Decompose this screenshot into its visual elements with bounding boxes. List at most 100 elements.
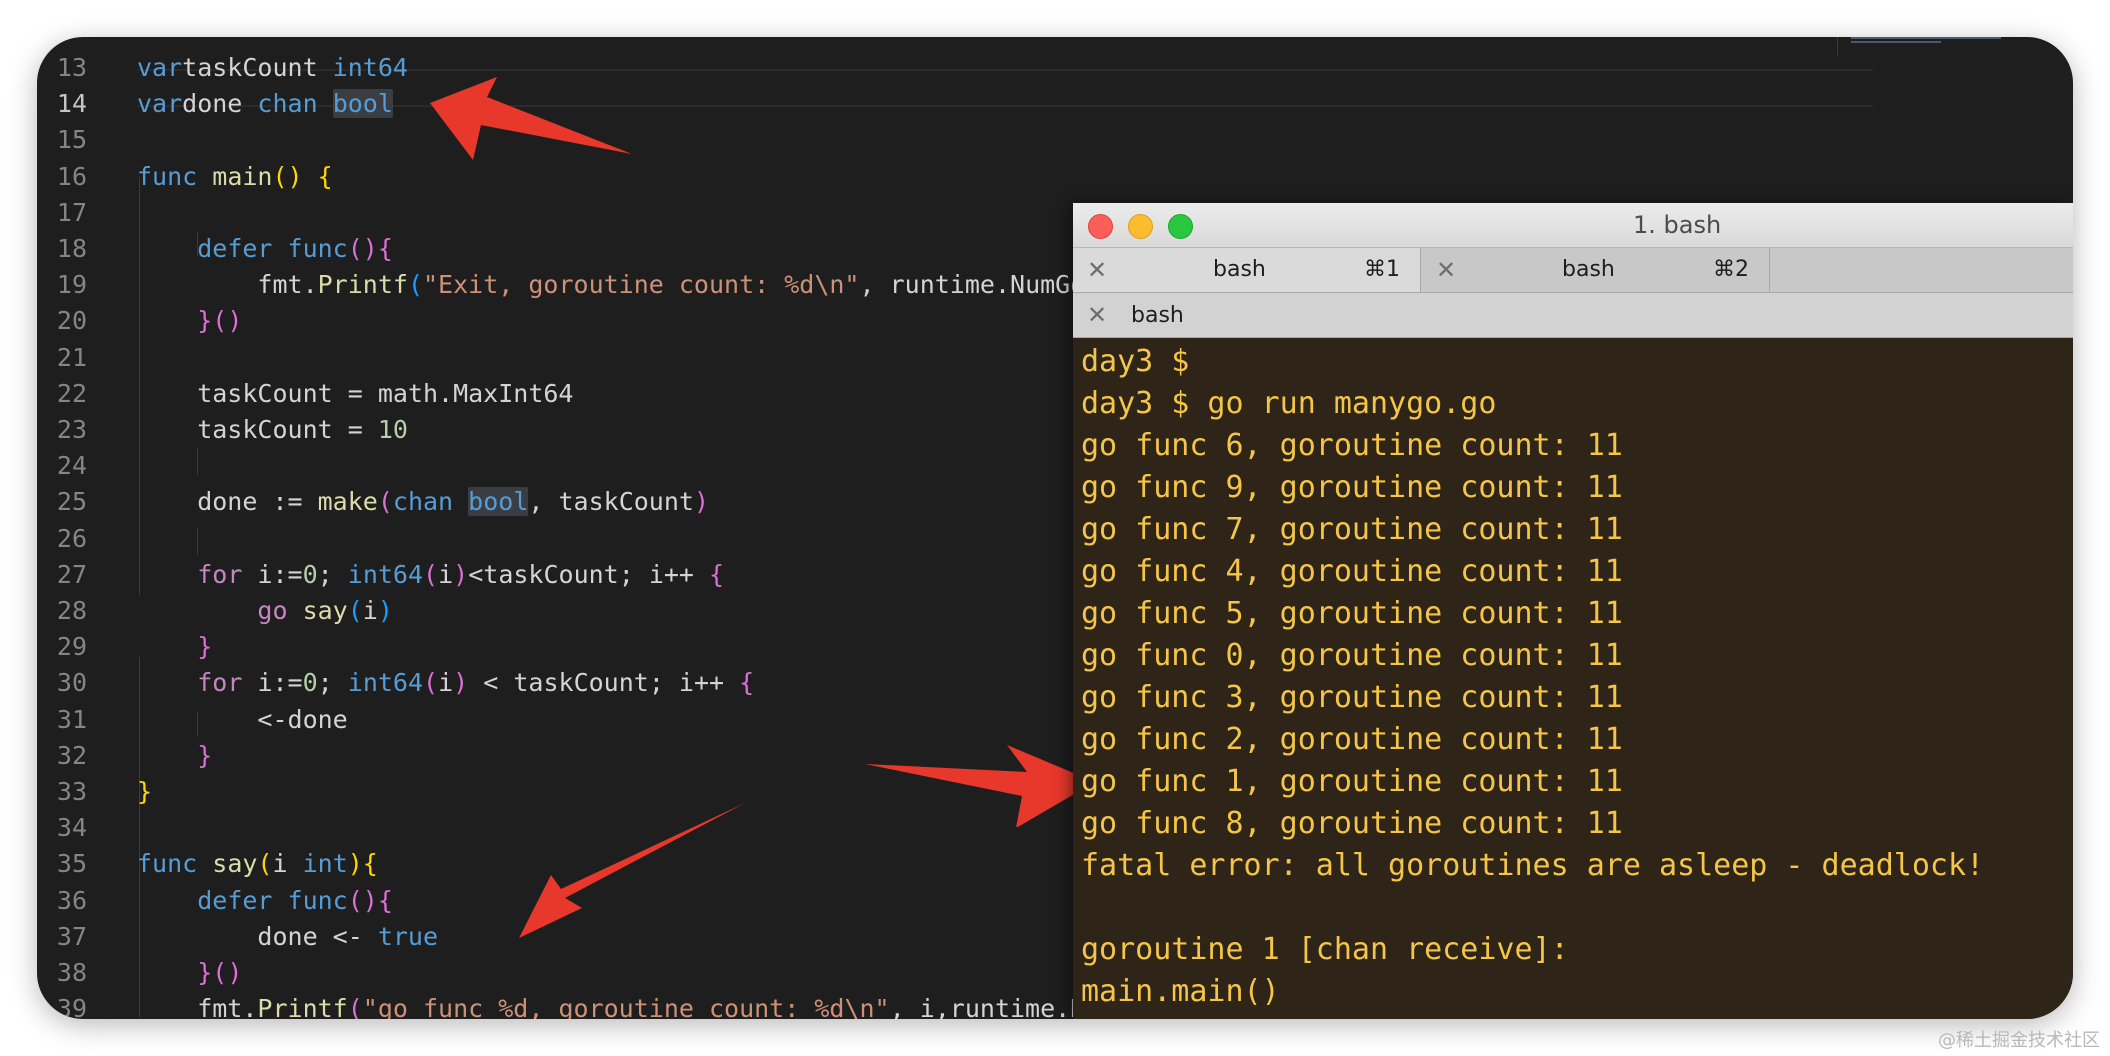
line-number: 14 [56, 89, 87, 119]
code-token: chan [257, 89, 333, 119]
line-number: 21 [56, 342, 87, 372]
code-line[interactable]: 13 vartaskCount int64 [37, 50, 1837, 86]
terminal-output-line: go func 7, goroutine count: 11 [1081, 512, 1623, 547]
code-token: func [137, 161, 213, 191]
line-number: 34 [56, 813, 87, 843]
code-token: } [197, 632, 213, 662]
code-token: Printf [257, 994, 348, 1019]
line-number: 39 [56, 994, 87, 1019]
code-token: func [137, 849, 213, 879]
line-number: 23 [56, 415, 87, 444]
code-token: ( [423, 559, 439, 589]
code-token: taskCount = [137, 415, 378, 444]
code-token: say [302, 596, 348, 625]
code-token: int64 [332, 53, 408, 82]
terminal-output-line: goroutine 1 [chan receive]: [1081, 932, 1569, 967]
code-token: chan [392, 487, 469, 517]
line-number: 17 [56, 197, 87, 227]
line-number: 35 [56, 849, 87, 879]
code-line[interactable]: 14 vardone chan bool [37, 86, 1837, 122]
code-text: func say(i int){ [137, 846, 378, 882]
code-token: bool [332, 89, 393, 119]
line-number: 20 [56, 306, 87, 336]
line-number: 30 [56, 668, 87, 698]
line-number: 28 [56, 596, 87, 625]
code-token: 0 [302, 668, 318, 698]
code-token: ( [257, 849, 273, 879]
code-token: ) [693, 487, 710, 517]
line-number: 32 [56, 740, 87, 770]
code-token: ( [377, 487, 393, 517]
close-session-icon[interactable]: ✕ [1087, 301, 1107, 329]
code-text: done := make(chan bool, taskCount) [137, 484, 709, 520]
code-token: int64 [347, 559, 424, 589]
code-token: done := [137, 487, 318, 517]
code-text: done <- true [137, 919, 438, 955]
code-token: ) [453, 668, 469, 698]
code-token: taskCount = math.MaxInt64 [137, 378, 574, 408]
line-number: 38 [56, 958, 87, 987]
code-text: vardone chan bool [137, 86, 393, 122]
zoom-window-button[interactable] [1168, 214, 1193, 239]
code-token: bool [468, 487, 529, 517]
code-text: } [137, 774, 152, 810]
minimap[interactable] [1851, 37, 2001, 51]
code-token: (){ [347, 885, 393, 915]
code-token: i:= [257, 559, 303, 589]
code-token: i [272, 849, 303, 879]
code-text: fmt.Printf("Exit, goroutine count: %d\n"… [137, 267, 1115, 303]
tab-bash-2[interactable]: ✕ bash ⌘2 [1422, 248, 1770, 292]
code-token: var [137, 89, 183, 119]
code-token: ) [453, 559, 469, 589]
terminal-output-line: day3 $ go run manygo.go [1081, 386, 1497, 421]
code-text: taskCount = math.MaxInt64 [137, 376, 574, 412]
code-token: taskCount [182, 53, 333, 82]
terminal-tab-bar: ✕ bash ⌘1 ✕ bash ⌘2 [1073, 248, 2073, 293]
code-token: i:= [257, 668, 303, 698]
terminal-output-line: go func 2, goroutine count: 11 [1081, 722, 1623, 757]
minimize-window-button[interactable] [1128, 214, 1153, 239]
terminal-output-line: fatal error: all goroutines are asleep -… [1081, 848, 1985, 883]
code-token: }() [197, 958, 243, 987]
line-number: 31 [56, 704, 87, 734]
tab-label: bash [1562, 257, 1615, 282]
code-text: for i:=0; int64(i) < taskCount; i++ { [137, 665, 754, 701]
line-number: 33 [56, 777, 87, 806]
terminal-titlebar[interactable]: 1. bash [1073, 203, 2073, 248]
close-window-button[interactable] [1088, 214, 1113, 239]
code-line[interactable]: 15 [37, 122, 1837, 158]
code-text: defer func(){ [137, 231, 393, 267]
terminal-output-line: go func 3, goroutine count: 11 [1081, 680, 1623, 715]
screenshot-frame: 13 vartaskCount int64 14 vardone chan bool 1… [37, 37, 2073, 1019]
code-token: "Exit, goroutine count: %d\n" [423, 270, 860, 300]
code-token: done [182, 89, 258, 119]
close-tab-icon[interactable]: ✕ [1436, 256, 1456, 284]
close-tab-icon[interactable]: ✕ [1087, 256, 1107, 284]
code-token: i [362, 596, 378, 625]
terminal-output-line: day3 $ [1081, 344, 1190, 379]
code-token: 0 [302, 559, 318, 589]
code-token: (){ [347, 234, 393, 263]
code-token: done <- [137, 921, 378, 951]
terminal-output[interactable]: day3 $ day3 $ go run manygo.go go func 6, … [1081, 341, 2071, 1013]
line-number: 36 [56, 885, 87, 915]
code-token: ( [347, 994, 363, 1019]
tab-bash-1[interactable]: ✕ bash ⌘1 [1073, 248, 1421, 292]
line-number: 27 [56, 559, 87, 589]
terminal-window[interactable]: 1. bash ✕ bash ⌘1 ✕ bash ⌘2 ✕ bash day3 … [1073, 203, 2073, 1019]
code-token: }() [197, 306, 243, 336]
line-number: 22 [56, 378, 87, 408]
code-line[interactable]: 16 func main() { [37, 159, 1837, 195]
line-number: 29 [56, 632, 87, 662]
code-token: make [317, 487, 378, 517]
terminal-session-bar[interactable]: ✕ bash [1073, 293, 2073, 338]
code-token: ( [407, 270, 423, 300]
code-token: int64 [347, 668, 424, 698]
code-token: () { [272, 161, 333, 191]
line-number: 16 [56, 161, 87, 191]
